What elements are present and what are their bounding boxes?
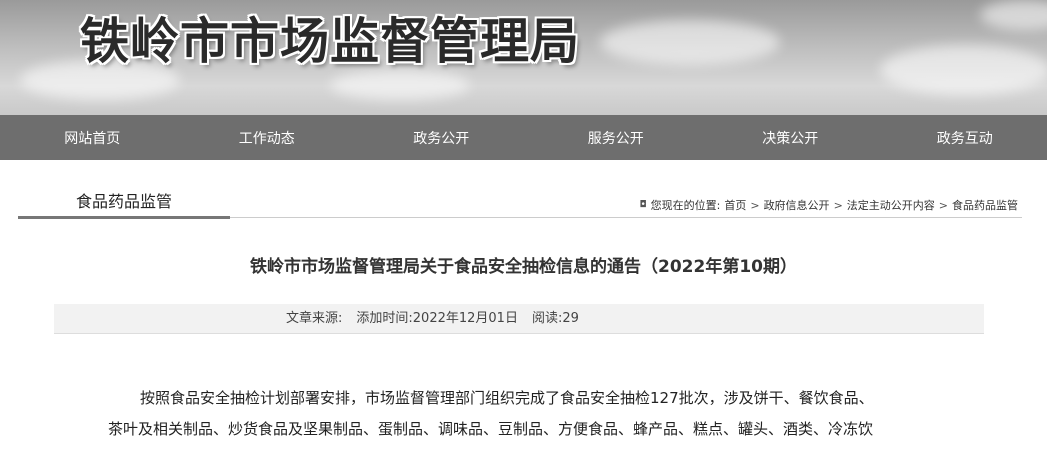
section-title: 食品药品监管 — [18, 188, 230, 219]
main-nav: 网站首页 工作动态 政务公开 服务公开 决策公开 政务互动 — [0, 115, 1047, 160]
nav-item-decisions[interactable]: 决策公开 — [708, 128, 873, 148]
nav-item-work-news[interactable]: 工作动态 — [185, 128, 350, 148]
article-body: 按照食品安全抽检计划部署安排，市场监督管理部门组织完成了食品安全抽检127批次，… — [108, 383, 948, 445]
breadcrumb-current[interactable]: 食品药品监管 — [952, 197, 1018, 213]
section-header: 食品药品监管 ◘ 您现在的位置: 首页 > 政府信息公开 > 法定主动公开内容 … — [18, 188, 1022, 219]
nav-item-services[interactable]: 服务公开 — [534, 128, 699, 148]
body-line: 茶叶及相关制品、炒货食品及坚果制品、蛋制品、调味品、豆制品、方便食品、蜂产品、糕… — [108, 420, 874, 438]
breadcrumb-statutory[interactable]: 法定主动公开内容 — [847, 197, 935, 213]
breadcrumb-prefix: 您现在的位置: — [650, 199, 721, 212]
breadcrumb: ◘ 您现在的位置: 首页 > 政府信息公开 > 法定主动公开内容 > 食品药品监… — [640, 197, 1019, 213]
section-divider — [230, 217, 1022, 218]
breadcrumb-gov-info[interactable]: 政府信息公开 — [764, 197, 830, 213]
breadcrumb-separator: > — [750, 198, 760, 212]
breadcrumb-separator: > — [938, 198, 948, 212]
site-banner: 铁岭市市场监督管理局 — [0, 0, 1047, 115]
meta-time: 添加时间:2022年12月01日 — [356, 311, 518, 326]
nav-item-interaction[interactable]: 政务互动 — [883, 128, 1047, 148]
site-title: 铁岭市市场监督管理局 — [80, 13, 581, 70]
article-meta: 文章来源: 添加时间:2022年12月01日 阅读:29 — [54, 304, 984, 334]
location-icon: ◘ — [639, 200, 647, 210]
nav-item-home[interactable]: 网站首页 — [10, 128, 175, 148]
article-title: 铁岭市市场监督管理局关于食品安全抽检信息的通告（2022年第10期） — [250, 257, 797, 277]
meta-reads: 阅读:29 — [531, 311, 579, 326]
body-line: 按照食品安全抽检计划部署安排，市场监督管理部门组织完成了食品安全抽检127批次，… — [140, 389, 874, 407]
breadcrumb-home[interactable]: 首页 — [724, 197, 746, 213]
breadcrumb-separator: > — [833, 198, 843, 212]
nav-item-gov-affairs[interactable]: 政务公开 — [359, 128, 524, 148]
meta-source: 文章来源: — [286, 311, 343, 326]
